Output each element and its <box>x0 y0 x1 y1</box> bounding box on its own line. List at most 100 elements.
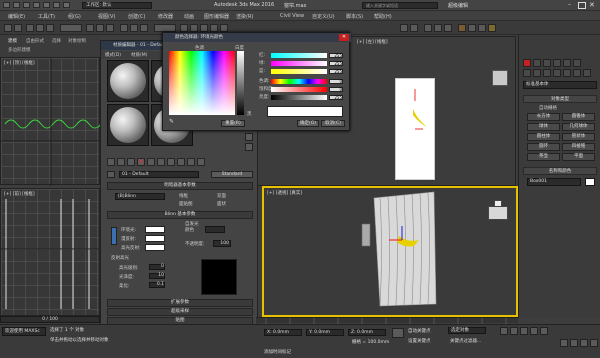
tab-selection[interactable]: 选择 <box>52 38 61 44</box>
menu-civil-view[interactable]: Civil View <box>280 13 304 19</box>
maximize-viewport-icon[interactable] <box>590 339 598 347</box>
tab-freeform[interactable]: 自由形式 <box>26 38 44 44</box>
green-value[interactable]: 255 <box>329 61 343 66</box>
menu-modifiers[interactable]: 修改器 <box>158 13 173 20</box>
menu-animation[interactable]: 动画 <box>184 13 194 20</box>
lights-icon[interactable] <box>543 69 551 77</box>
saturation-value[interactable]: 0 <box>329 87 343 92</box>
save-file-icon[interactable] <box>33 2 40 8</box>
material-editor-icon[interactable] <box>458 24 466 32</box>
geometry-icon[interactable] <box>523 69 531 77</box>
blue-slider[interactable] <box>271 69 327 74</box>
viewcube-top-icon[interactable] <box>494 200 502 207</box>
time-slider[interactable]: 0 / 100 <box>0 316 100 323</box>
viewport-front[interactable]: [+] [前] [线框] <box>0 188 101 316</box>
dialog-close-icon[interactable]: ✕ <box>339 34 349 41</box>
ok-button[interactable]: 确定(O) <box>297 120 319 127</box>
eyedropper-icon[interactable]: ✎ <box>169 119 175 125</box>
undo-tool-icon[interactable] <box>4 24 12 32</box>
schematic-view-icon[interactable] <box>444 24 452 32</box>
menu-group[interactable]: 组(G) <box>68 13 81 20</box>
app-logo-icon[interactable] <box>3 2 10 8</box>
tab-poly-modeling[interactable]: 多边形建模 <box>8 47 31 53</box>
self-illum-field[interactable] <box>205 226 225 233</box>
maxscript-listener[interactable]: 欢迎使用 MAXSc <box>2 327 46 336</box>
hue-slider[interactable] <box>271 79 327 84</box>
redo-tool-icon[interactable] <box>14 24 22 32</box>
reset-button[interactable]: 重置(R) <box>221 120 245 127</box>
material-type-button[interactable]: Standard <box>211 171 253 178</box>
sphere-button[interactable]: 球体 <box>527 123 560 131</box>
supersampling-rollout[interactable]: 超级采样 <box>107 308 253 316</box>
diffuse-color-swatch[interactable] <box>145 235 165 242</box>
material-slot-1[interactable] <box>107 60 149 102</box>
menu-tools[interactable]: 工具(T) <box>38 13 55 20</box>
goto-end-icon[interactable] <box>540 327 548 335</box>
utilities-tab-icon[interactable] <box>573 59 581 67</box>
hierarchy-tab-icon[interactable] <box>543 59 551 67</box>
redo-icon[interactable] <box>53 2 60 8</box>
set-key-icon[interactable] <box>392 328 404 338</box>
render-production-icon[interactable] <box>488 24 496 32</box>
percent-snap-icon[interactable] <box>210 24 218 32</box>
next-frame-icon[interactable] <box>530 327 538 335</box>
maximize-icon[interactable] <box>578 2 586 9</box>
menu-customize[interactable]: 自定义(U) <box>312 13 335 20</box>
viewport-top[interactable]: [+] [顶] [线框] <box>0 57 101 186</box>
helpers-icon[interactable] <box>563 69 571 77</box>
hue-saturation-field[interactable] <box>169 51 235 115</box>
snap-toggle-icon[interactable] <box>190 24 198 32</box>
reset-map-icon[interactable]: ✕ <box>137 158 145 166</box>
value-slider[interactable] <box>271 95 327 100</box>
box-button[interactable]: 长方体 <box>527 113 560 121</box>
zoom-icon[interactable] <box>560 339 568 347</box>
rendered-frame-icon[interactable] <box>478 24 486 32</box>
select-rotate-icon[interactable] <box>130 24 138 32</box>
put-to-library-icon[interactable] <box>167 158 175 166</box>
key-filters-button[interactable]: 关键点过滤器... <box>450 338 481 344</box>
user-name[interactable]: 超级编辑 <box>448 2 468 9</box>
menu-graph-editors[interactable]: 图形编辑器 <box>204 13 229 20</box>
cameras-icon[interactable] <box>553 69 561 77</box>
faceted-checkbox[interactable]: 面状 <box>217 201 226 207</box>
glossiness-field[interactable]: 10 <box>149 273 165 279</box>
pan-icon[interactable] <box>580 339 588 347</box>
timeline-ruler[interactable] <box>256 317 518 324</box>
backlight-icon[interactable] <box>245 143 253 151</box>
extended-params-rollout[interactable]: 扩展参数 <box>107 299 253 307</box>
blue-value[interactable]: 255 <box>329 69 343 74</box>
z-coord-field[interactable]: Z: 0.0mm <box>348 329 386 336</box>
cone-button[interactable]: 圆锥体 <box>562 113 595 121</box>
menu-edit[interactable]: 编辑(E) <box>8 13 25 20</box>
copy-material-icon[interactable] <box>147 158 155 166</box>
menu-help[interactable]: 帮助(H) <box>374 13 392 20</box>
object-color-swatch[interactable] <box>585 178 595 186</box>
teapot-button[interactable]: 茶壶 <box>527 153 560 161</box>
project-folder-icon[interactable] <box>63 2 70 8</box>
bind-spacewarp-icon[interactable] <box>46 24 54 32</box>
torus-button[interactable]: 圆环 <box>527 143 560 151</box>
material-name-field[interactable]: 01 - Default <box>119 171 199 178</box>
modify-tab-icon[interactable] <box>533 59 541 67</box>
rect-select-icon[interactable] <box>106 24 114 32</box>
lock-ambient-diffuse-icon[interactable] <box>111 227 117 245</box>
select-by-name-icon[interactable] <box>96 24 104 32</box>
viewcube-icon[interactable] <box>488 206 508 220</box>
unlink-icon[interactable] <box>36 24 44 32</box>
object-type-rollout[interactable]: 对象类型 <box>523 95 597 103</box>
tab-modeling[interactable]: 建模 <box>8 38 17 44</box>
plane-button[interactable]: 平面 <box>562 153 595 161</box>
align-icon[interactable] <box>410 24 418 32</box>
color-picker-title[interactable]: 颜色选择器: 环境光颜色 <box>163 33 351 42</box>
show-map-icon[interactable] <box>187 158 195 166</box>
layer-manager-icon[interactable] <box>424 24 432 32</box>
cylinder-button[interactable]: 圆柱体 <box>527 133 560 141</box>
material-id-icon[interactable] <box>177 158 185 166</box>
show-end-result-icon[interactable] <box>197 158 205 166</box>
spacewarps-icon[interactable] <box>573 69 581 77</box>
render-setup-icon[interactable] <box>468 24 476 32</box>
red-value[interactable]: 255 <box>329 53 343 58</box>
geosphere-button[interactable]: 几何球体 <box>562 123 595 131</box>
autokey-button[interactable]: 自动关键点 <box>408 328 431 334</box>
me-menu-material[interactable]: 材质(M) <box>131 52 147 58</box>
